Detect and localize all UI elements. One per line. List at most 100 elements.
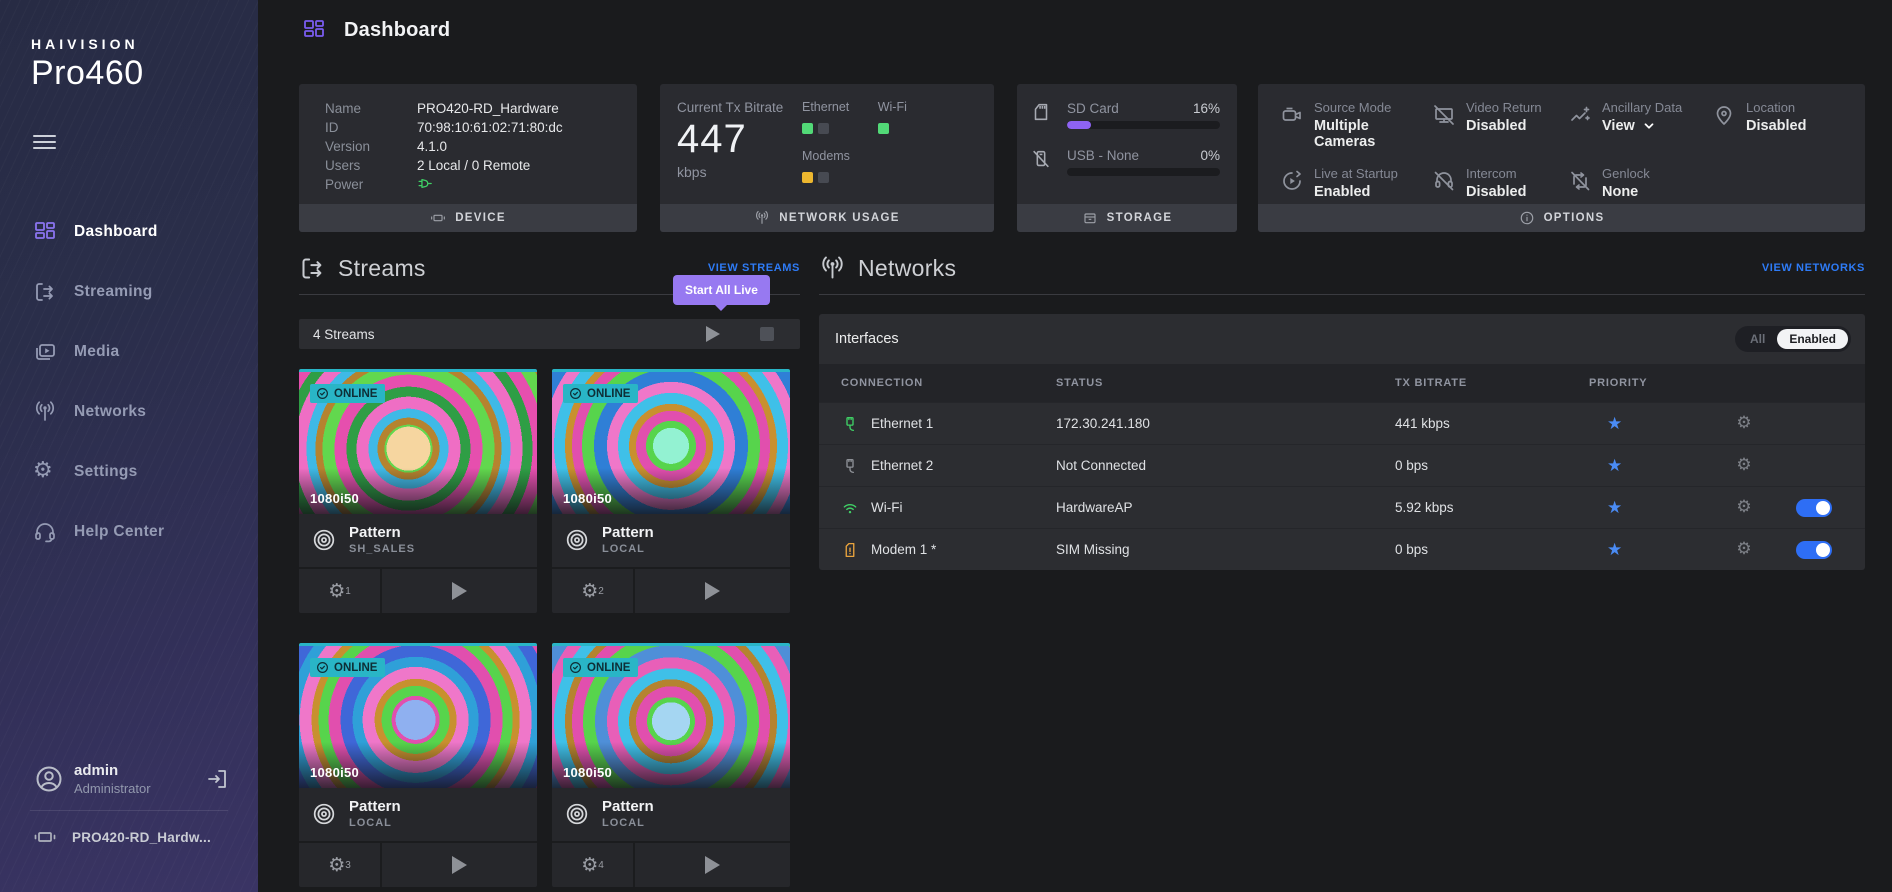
- table-row-ethernet-2[interactable]: Ethernet 2 Not Connected 0 bps ★ ⚙: [819, 444, 1865, 486]
- streams-title: Streams: [338, 255, 426, 282]
- view-networks-link[interactable]: VIEW NETWORKS: [1762, 262, 1865, 274]
- play-icon: [452, 582, 467, 600]
- priority-star-icon[interactable]: ★: [1589, 498, 1704, 518]
- storage-card-footer[interactable]: STORAGE: [1017, 204, 1237, 232]
- status-badge: ONLINE: [310, 384, 385, 403]
- interface-settings-icon[interactable]: ⚙: [1736, 413, 1751, 433]
- stream-source: SH_SALES: [349, 543, 415, 555]
- interface-settings-icon[interactable]: ⚙: [1736, 539, 1751, 559]
- stream-name: Pattern: [602, 524, 654, 541]
- stream-play-button[interactable]: [635, 569, 790, 613]
- sidebar-device-row[interactable]: PRO420-RD_Hardw...: [0, 811, 258, 849]
- device-row: NamePRO420-RD_Hardware: [325, 99, 637, 118]
- sidebar-item-streaming[interactable]: Streaming: [0, 272, 258, 312]
- interface-settings-icon[interactable]: ⚙: [1736, 497, 1751, 517]
- filter-enabled-button[interactable]: Enabled: [1777, 329, 1848, 349]
- option-ancillary-data: Ancillary Data View: [1568, 100, 1712, 150]
- hamburger-menu-icon[interactable]: [33, 131, 56, 153]
- headset-icon: [33, 520, 57, 544]
- modems-indicator-group: Modems: [802, 149, 850, 188]
- stream-thumbnail[interactable]: ONLINE 1080i50: [552, 372, 790, 514]
- option-value: Disabled: [1466, 184, 1526, 200]
- table-row-wifi[interactable]: Wi-Fi HardwareAP 5.92 kbps ★ ⚙: [819, 486, 1865, 528]
- ethernet-label: Ethernet: [802, 100, 849, 114]
- avatar-icon: [34, 764, 64, 794]
- stream-thumbnail[interactable]: ONLINE 1080i50: [299, 372, 537, 514]
- table-row-modem-1[interactable]: Modem 1 * SIM Missing 0 bps ★ ⚙: [819, 528, 1865, 570]
- camera-icon: [1280, 103, 1304, 127]
- stream-thumbnail[interactable]: ONLINE 1080i50: [299, 646, 537, 788]
- sidebar-footer: admin Administrator PRO420-RD_Hardw...: [0, 762, 258, 849]
- sidebar-item-label: Dashboard: [74, 223, 158, 241]
- sidebar-item-settings[interactable]: ⚙ Settings: [0, 452, 258, 492]
- stream-play-button[interactable]: [382, 569, 537, 613]
- view-streams-link[interactable]: VIEW STREAMS: [708, 262, 800, 274]
- filter-all-button[interactable]: All: [1738, 329, 1777, 349]
- bitrate-unit: kbps: [677, 164, 783, 180]
- stream-source: LOCAL: [602, 543, 654, 555]
- network-usage-footer-label: NETWORK USAGE: [779, 212, 899, 224]
- sidebar-item-dashboard[interactable]: Dashboard: [0, 212, 258, 252]
- sidebar-item-label: Help Center: [74, 523, 164, 541]
- genlock-disabled-icon: [1568, 169, 1592, 193]
- network-usage-card-footer[interactable]: NETWORK USAGE: [660, 204, 994, 232]
- col-tx-bitrate: TX BITRATE: [1395, 377, 1589, 389]
- table-row-ethernet-1[interactable]: Ethernet 1 172.30.241.180 441 kbps ★ ⚙: [819, 402, 1865, 444]
- network-usage-card: Current Tx Bitrate 447 kbps Ethernet Wi-…: [660, 84, 994, 232]
- streams-section: Streams VIEW STREAMS Start All Live 4 St…: [299, 252, 800, 887]
- sidebar-item-label: Streaming: [74, 283, 153, 301]
- device-label: Users: [325, 156, 417, 175]
- sidebar-item-help-center[interactable]: Help Center: [0, 512, 258, 552]
- option-location: Location Disabled: [1712, 100, 1867, 150]
- device-card-footer[interactable]: DEVICE: [299, 204, 637, 232]
- sidebar-item-label: Networks: [74, 403, 146, 421]
- check-circle-icon: [569, 661, 582, 674]
- page-header: Dashboard: [302, 18, 450, 42]
- stream-settings-button[interactable]: ⚙4: [552, 843, 635, 887]
- wifi-enable-toggle[interactable]: [1796, 499, 1832, 517]
- start-all-button[interactable]: [706, 326, 720, 342]
- device-footer-label: DEVICE: [455, 212, 506, 224]
- sidebar-item-media[interactable]: Media: [0, 332, 258, 372]
- user-name: admin: [74, 762, 151, 779]
- bitrate-value: 447: [677, 117, 783, 162]
- ancillary-data-dropdown[interactable]: View: [1602, 118, 1682, 134]
- device-display-icon: [430, 210, 446, 226]
- priority-star-icon[interactable]: ★: [1589, 414, 1704, 434]
- option-label: Genlock: [1602, 166, 1650, 181]
- product-name: Pro460: [31, 54, 144, 93]
- stream-play-button[interactable]: [635, 843, 790, 887]
- modem-enable-toggle[interactable]: [1796, 541, 1832, 559]
- networks-title: Networks: [858, 255, 956, 282]
- modem-1-status-indicator: [802, 172, 813, 183]
- streams-control-bar: 4 Streams: [299, 319, 800, 349]
- stream-play-button[interactable]: [382, 843, 537, 887]
- options-footer-label: OPTIONS: [1544, 212, 1605, 224]
- stream-settings-button[interactable]: ⚙1: [299, 569, 382, 613]
- page-title: Dashboard: [344, 19, 450, 42]
- stream-card: ONLINE 1080i50 Pattern LOCAL ⚙2: [552, 369, 790, 613]
- sidebar-item-networks[interactable]: Networks: [0, 392, 258, 432]
- priority-star-icon[interactable]: ★: [1589, 540, 1704, 560]
- stream-settings-button[interactable]: ⚙2: [552, 569, 635, 613]
- priority-star-icon[interactable]: ★: [1589, 456, 1704, 476]
- pattern-source-icon: [564, 801, 590, 827]
- tx-bitrate: 0 bps: [1395, 542, 1589, 557]
- connection-name: Modem 1 *: [871, 542, 936, 557]
- logout-icon[interactable]: [206, 767, 230, 791]
- options-card-footer[interactable]: OPTIONS: [1258, 204, 1865, 232]
- stream-thumbnail[interactable]: ONLINE 1080i50: [552, 646, 790, 788]
- ancillary-data-icon: [1568, 103, 1592, 127]
- interface-settings-icon[interactable]: ⚙: [1736, 455, 1751, 475]
- chevron-down-icon: [1642, 119, 1656, 133]
- device-label: ID: [325, 118, 417, 137]
- ethernet-connected-icon: [841, 415, 859, 433]
- modems-label: Modems: [802, 149, 850, 163]
- sidebar-item-label: Settings: [74, 463, 138, 481]
- antenna-icon: [33, 400, 57, 424]
- connection-name: Ethernet 2: [871, 458, 933, 473]
- stream-settings-button[interactable]: ⚙3: [299, 843, 382, 887]
- stream-source: LOCAL: [349, 817, 401, 829]
- stop-all-button[interactable]: [760, 327, 774, 341]
- status-badge: ONLINE: [563, 658, 638, 677]
